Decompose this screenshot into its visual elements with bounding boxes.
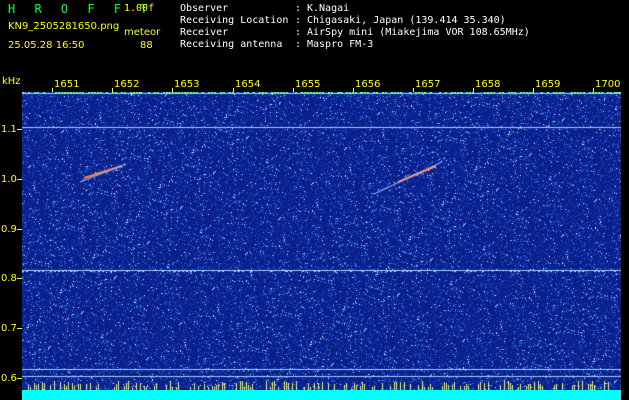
time-tick-label: 1652 [114, 79, 140, 90]
time-tick-label: 1653 [174, 79, 200, 90]
time-tick-label: 1700 [595, 79, 621, 90]
meteor-count: 88 [140, 40, 153, 51]
station-info: Observer : K.Nagai Receiving Location : … [180, 3, 530, 51]
time-tick-label: 1655 [295, 79, 321, 90]
info-separator: : [295, 27, 302, 38]
info-label: Observer [180, 3, 229, 14]
info-separator: : [295, 39, 302, 50]
signal-strength-bar [22, 390, 621, 400]
info-separator: : [295, 15, 302, 26]
freq-tick-label: 1.1 [1, 124, 17, 135]
info-value: K.Nagai [307, 3, 350, 14]
info-row-antenna: Receiving antenna : Maspro FM-3 [180, 39, 530, 51]
time-tick-label: 1651 [54, 79, 80, 90]
info-row-location: Receiving Location : Chigasaki, Japan (1… [180, 15, 530, 27]
spectrogram-plot [22, 92, 621, 390]
version-label: 1.00f [124, 3, 155, 14]
freq-tick-label: 1.0 [1, 174, 17, 185]
time-tick-label: 1657 [415, 79, 441, 90]
freq-tick-label: 0.9 [1, 224, 17, 235]
info-value: AirSpy mini (Miakejima VOR 108.65MHz) [307, 27, 530, 38]
datetime-label: 25.05.28 16:50 [8, 40, 85, 51]
filename-label: KN9_2505281650.png [8, 21, 120, 32]
spectrogram-canvas [22, 92, 621, 390]
info-row-receiver: Receiver : AirSpy mini (Miakejima VOR 10… [180, 27, 530, 39]
right-border [621, 92, 629, 400]
time-tick-label: 1654 [235, 79, 261, 90]
info-label: Receiving Location [180, 15, 289, 26]
freq-tick-label: 0.8 [1, 273, 17, 284]
info-row-observer: Observer : K.Nagai [180, 3, 530, 15]
freq-tick-label: 0.7 [1, 323, 17, 334]
info-value: Maspro FM-3 [307, 39, 374, 50]
time-tick-label: 1659 [535, 79, 561, 90]
time-tick-label: 1658 [475, 79, 501, 90]
info-separator: : [295, 3, 302, 14]
info-label: Receiving antenna [180, 39, 283, 50]
freq-tick-label: 0.6 [1, 373, 17, 384]
time-tick-label: 1656 [355, 79, 381, 90]
hrofft-window: H R O F F T 1.00f KN9_2505281650.png met… [0, 0, 629, 400]
frequency-unit-label: kHz [2, 76, 21, 87]
info-label: Receiver [180, 27, 229, 38]
time-axis: 1651 1652 1653 1654 1655 1656 1657 1658 … [22, 79, 621, 92]
meteor-label: meteor [124, 27, 161, 38]
info-value: Chigasaki, Japan (139.414 35.340) [307, 15, 506, 26]
